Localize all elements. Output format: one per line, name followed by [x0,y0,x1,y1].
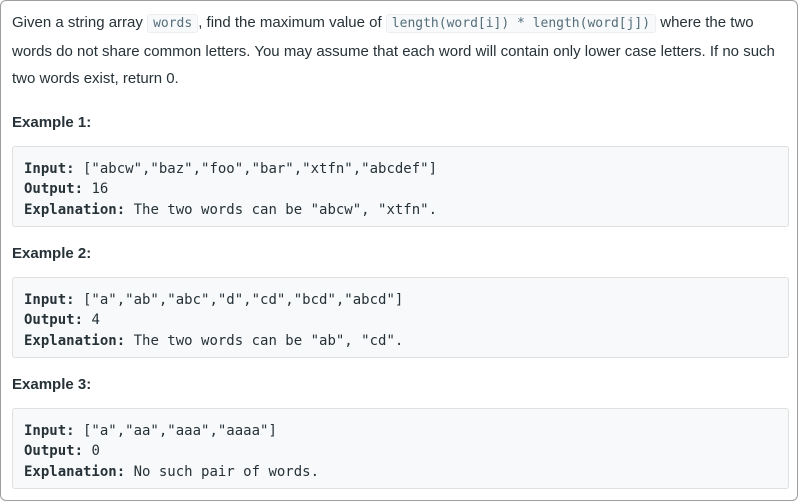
description-text-1: Given a string array [12,14,148,31]
explanation-value: The two words can be "ab", "cd". [125,332,404,349]
input-label: Input: [24,291,75,308]
output-label: Output: [24,443,84,459]
example-3-box: Input: ["a","aa","aaa","aaaa"] Output: 0… [12,407,789,489]
input-value: ["abcw","baz","foo","bar","xtfn","abcdef… [74,160,438,177]
explanation-label: Explanation: [24,332,126,349]
description-text-2: , find the maximum value of [198,14,386,31]
explanation-value: No such pair of words. [125,463,320,480]
example-1-title: Example 1: [12,113,92,131]
example-2-output-row: Output: 4 [24,310,777,331]
output-value: 0 [83,443,100,459]
explanation-value: The two words can be "abcw", "xtfn". [125,201,438,218]
input-value: ["a","ab","abc","d","cd","bcd","abcd"] [74,291,404,308]
problem-content: Given a string array words, find the max… [12,9,790,489]
example-3-title: Example 3: [12,375,92,393]
input-label: Input: [24,422,75,439]
inline-code-formula: length(word[i]) * length(word[j]) [385,14,657,33]
input-value: ["a","aa","aaa","aaaa"] [74,422,277,439]
example-1-explanation-row: Explanation: The two words can be "abcw"… [24,200,777,221]
example-1-output-row: Output: 16 [24,179,777,200]
inline-code-words: words [147,14,199,33]
output-label: Output: [24,312,84,328]
example-2-input-row: Input: ["a","ab","abc","d","cd","bcd","a… [24,290,777,311]
example-2-explanation-row: Explanation: The two words can be "ab", … [24,331,777,352]
explanation-label: Explanation: [24,201,126,218]
example-3-output-row: Output: 0 [24,441,777,462]
output-value: 4 [83,312,100,328]
explanation-label: Explanation: [24,463,126,480]
example-2-title: Example 2: [12,244,92,262]
problem-description: Given a string array words, find the max… [12,9,790,93]
example-3-explanation-row: Explanation: No such pair of words. [24,462,777,483]
output-value: 16 [83,181,109,197]
example-1-box: Input: ["abcw","baz","foo","bar","xtfn",… [12,145,789,227]
example-3-input-row: Input: ["a","aa","aaa","aaaa"] [24,421,777,442]
example-1-input-row: Input: ["abcw","baz","foo","bar","xtfn",… [24,159,777,180]
input-label: Input: [24,160,75,177]
output-label: Output: [24,181,84,197]
example-2-box: Input: ["a","ab","abc","d","cd","bcd","a… [12,276,789,358]
